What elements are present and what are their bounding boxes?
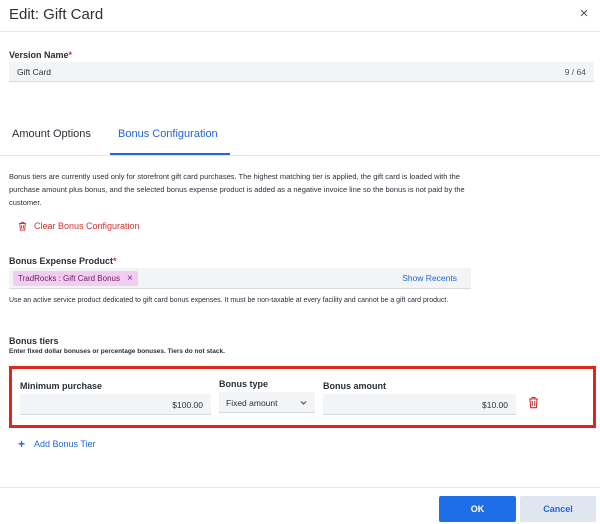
dialog-header: Edit: Gift Card × (0, 0, 600, 32)
version-name-label-text: Version Name (9, 50, 69, 60)
bonus-product-label: Bonus Expense Product* (9, 256, 117, 266)
required-mark: * (68, 50, 73, 60)
add-bonus-tier-button[interactable]: + Add Bonus Tier (18, 437, 96, 451)
close-icon[interactable]: × (576, 6, 592, 22)
bonus-type-value: Fixed amount (226, 398, 278, 408)
bonus-amount-label: Bonus amount (323, 381, 386, 391)
trash-icon (529, 396, 538, 409)
ok-button[interactable]: OK (439, 496, 516, 522)
selected-product-chip: TradRocks : Gift Card Bonus × (13, 271, 138, 286)
bonus-product-label-text: Bonus Expense Product (9, 256, 114, 266)
bonus-tiers-label: Bonus tiers (9, 336, 59, 346)
chip-label: TradRocks : Gift Card Bonus (18, 274, 120, 283)
bonus-amount-value: $10.00 (482, 400, 508, 410)
delete-tier-button[interactable] (528, 396, 539, 414)
clear-bonus-label: Clear Bonus Configuration (34, 221, 140, 231)
active-tab-indicator (110, 153, 230, 155)
tab-amount-options[interactable]: Amount Options (12, 128, 91, 140)
minimum-purchase-value: $100.00 (172, 400, 203, 410)
trash-icon (19, 221, 26, 231)
version-name-value: Gift Card (17, 67, 52, 77)
version-name-input[interactable]: Gift Card 9 / 64 (9, 62, 594, 82)
minimum-purchase-label: Minimum purchase (20, 381, 103, 391)
bonus-type-label: Bonus type (219, 379, 269, 389)
dialog-footer: OK Cancel (0, 487, 600, 524)
required-mark: * (113, 256, 117, 266)
bonus-amount-input[interactable]: $10.00 (323, 394, 516, 415)
minimum-purchase-input[interactable]: $100.00 (20, 394, 211, 415)
add-bonus-tier-label: Add Bonus Tier (34, 439, 96, 449)
bonus-product-input[interactable]: TradRocks : Gift Card Bonus × Show Recen… (9, 268, 471, 289)
bonus-type-select[interactable]: Fixed amount (219, 392, 315, 413)
bonus-tier-row: Minimum purchase $100.00 Bonus type Fixe… (9, 366, 596, 428)
plus-icon: + (18, 437, 26, 451)
chevron-down-icon (300, 398, 307, 408)
remove-chip-icon[interactable]: × (127, 271, 133, 286)
tab-bar: Amount Options Bonus Configuration (0, 118, 600, 156)
version-name-label: Version Name* (9, 50, 72, 60)
character-counter: 9 / 64 (564, 67, 586, 77)
dialog-title: Edit: Gift Card (9, 6, 104, 23)
cancel-button[interactable]: Cancel (520, 496, 596, 522)
show-recents-link[interactable]: Show Recents (402, 273, 457, 283)
bonus-product-helper: Use an active service product dedicated … (9, 297, 449, 304)
clear-bonus-button[interactable]: Clear Bonus Configuration (18, 221, 140, 231)
bonus-info-text: Bonus tiers are currently used only for … (9, 172, 465, 207)
tab-bonus-configuration[interactable]: Bonus Configuration (118, 128, 218, 140)
bonus-tiers-helper: Enter fixed dollar bonuses or percentage… (9, 348, 225, 355)
